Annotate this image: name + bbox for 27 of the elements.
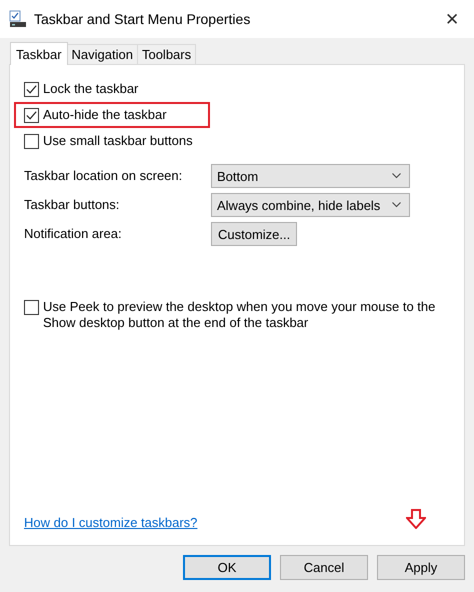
checkbox-label: Lock the taskbar [43,81,138,97]
customize-button[interactable]: Customize... [211,222,298,246]
dialog-button[interactable]: Cancel [280,555,368,580]
setting-label: Notification area: [24,225,123,243]
dialog-button[interactable]: Apply [377,555,465,580]
chevron-down-icon [392,202,401,208]
checkbox-label: Use Peek to preview the desktop when you move your mouse to the Show desktop button at the end of the taskbar [43,299,436,331]
help-link[interactable]: How do I customize taskbars? [24,515,198,530]
checkbox[interactable] [24,134,39,149]
down-arrow-icon [406,509,426,529]
dialog-button[interactable]: OK [183,555,271,580]
checkbox[interactable] [24,300,39,315]
dropdown[interactable]: Always combine, hide labels [211,193,410,217]
tab[interactable]: Taskbar [10,42,68,65]
window-title: Taskbar and Start Menu Properties [34,11,252,27]
close-button[interactable]: ✕ [430,0,474,38]
tab[interactable]: Toolbars [136,44,196,64]
checkbox[interactable] [24,108,39,123]
checkbox-label: Use small taskbar buttons [43,133,193,149]
checkbox-label: Auto-hide the taskbar [43,107,167,123]
taskbar-app-icon [9,10,27,28]
tab[interactable]: Navigation [66,44,138,64]
setting-label: Taskbar location on screen: [24,167,184,185]
chevron-down-icon [392,173,401,179]
checkbox[interactable] [24,82,39,97]
dropdown[interactable]: Bottom [211,164,410,188]
setting-label: Taskbar buttons: [24,196,120,214]
